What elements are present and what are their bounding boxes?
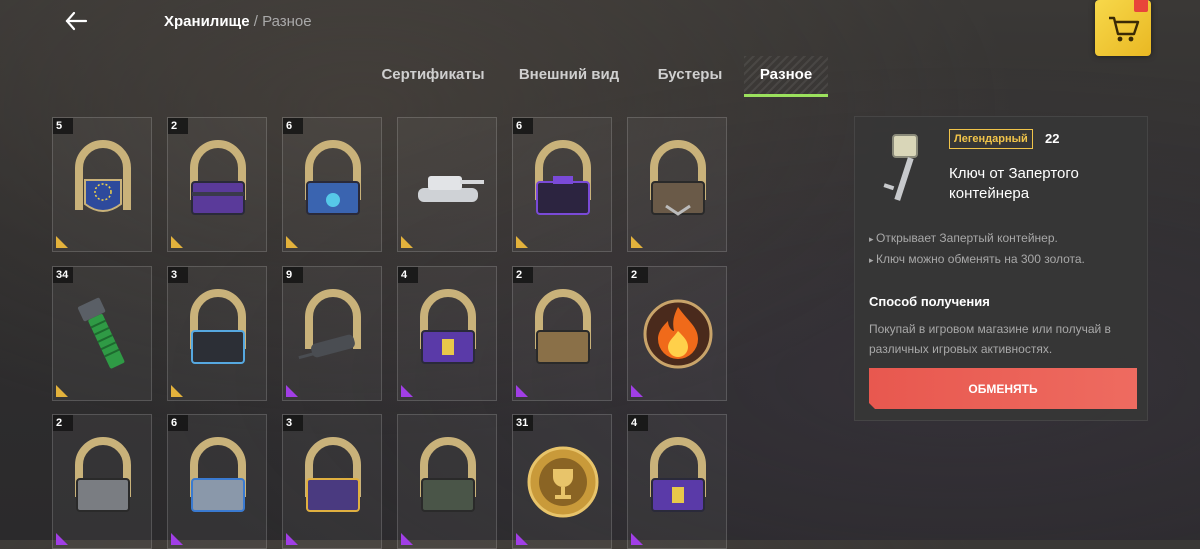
item-count: 4 <box>398 267 418 283</box>
rarity-marker <box>401 236 413 248</box>
obtain-title: Способ получения <box>869 294 990 309</box>
shop-button[interactable] <box>1095 0 1151 56</box>
rarity-marker <box>56 385 68 397</box>
description-line: Ключ можно обменять на 300 золота. <box>869 249 1085 270</box>
horseshoe-lock-container-icon <box>420 289 476 364</box>
item-card[interactable]: 2 <box>52 414 152 549</box>
rarity-marker <box>401 533 413 545</box>
item-detail-panel: Легендарный 22 Ключ от Запертого контейн… <box>854 116 1148 421</box>
item-card[interactable]: 3 <box>282 414 382 549</box>
item-count: 5 <box>53 118 73 134</box>
item-card[interactable]: 6 <box>167 414 267 549</box>
item-card[interactable] <box>397 117 497 252</box>
rarity-marker <box>631 533 643 545</box>
item-count: 2 <box>628 267 648 283</box>
rarity-marker <box>56 236 68 248</box>
item-count: 6 <box>513 118 533 134</box>
item-card[interactable]: 6 <box>512 117 612 252</box>
item-card[interactable]: 2 <box>512 266 612 401</box>
horseshoe-black-container-icon <box>190 289 246 364</box>
green-bolt-icon <box>77 297 125 369</box>
description-line: Открывает Запертый контейнер. <box>869 228 1085 249</box>
breadcrumb-separator: / <box>249 13 263 30</box>
horseshoe-brown-container-icon <box>650 140 706 216</box>
rarity-marker <box>286 236 298 248</box>
tab-certificates[interactable]: Сертификаты <box>370 56 496 94</box>
rarity-marker <box>171 385 183 397</box>
item-count: 9 <box>283 267 303 283</box>
item-card[interactable]: 5 <box>52 117 152 252</box>
key-icon <box>883 134 918 201</box>
item-card[interactable]: 2 <box>627 266 727 401</box>
horseshoe-tank-icon <box>298 289 361 360</box>
item-card[interactable]: 4 <box>397 266 497 401</box>
item-card[interactable]: 31 <box>512 414 612 549</box>
item-description: Открывает Запертый контейнер. Ключ можно… <box>869 228 1085 270</box>
rarity-marker <box>56 533 68 545</box>
rarity-marker <box>286 385 298 397</box>
item-card[interactable]: 2 <box>167 117 267 252</box>
exchange-button[interactable]: ОБМЕНЯТЬ <box>869 368 1137 409</box>
rarity-badge: Легендарный <box>949 129 1033 149</box>
horseshoe-wooden-container-icon <box>535 289 591 364</box>
breadcrumb-current: Хранилище <box>164 13 250 30</box>
horseshoe-blue-container-icon <box>305 140 361 215</box>
horseshoe-camo-container-icon <box>420 437 476 512</box>
rarity-marker <box>286 533 298 545</box>
tank-icon <box>418 176 484 202</box>
item-count: 6 <box>283 118 303 134</box>
breadcrumb-sub: Разное <box>262 13 312 30</box>
rarity-marker <box>171 533 183 545</box>
item-count: 2 <box>53 415 73 431</box>
item-card[interactable]: 9 <box>282 266 382 401</box>
item-count: 2 <box>168 118 188 134</box>
item-count: 34 <box>53 267 73 283</box>
obtain-text: Покупай в игровом магазине или получай в… <box>869 322 1111 356</box>
shop-notification-badge <box>1134 0 1148 12</box>
item-count: 2 <box>513 267 533 283</box>
rarity-marker <box>401 385 413 397</box>
item-level: 22 <box>1045 131 1060 146</box>
horseshoe-steel-container-icon <box>190 437 246 512</box>
item-card[interactable]: 34 <box>52 266 152 401</box>
rarity-marker <box>516 385 528 397</box>
horseshoe-dark-purple-container-icon <box>535 140 591 215</box>
item-count: 3 <box>168 267 188 283</box>
rarity-marker <box>171 236 183 248</box>
horseshoe-purple-container-icon <box>190 140 246 215</box>
item-card[interactable] <box>397 414 497 549</box>
rarity-marker <box>516 236 528 248</box>
tab-misc[interactable]: Разное <box>744 56 828 97</box>
horseshoe-violet-container-icon <box>305 437 361 512</box>
horseshoe-grey-container-icon <box>75 437 131 512</box>
arrow-left-icon <box>65 11 88 31</box>
item-count: 31 <box>513 415 533 431</box>
rarity-marker <box>631 385 643 397</box>
breadcrumb: Хранилище / Разное <box>164 13 312 30</box>
horseshoe-lock-container-icon <box>650 437 706 512</box>
item-count: 6 <box>168 415 188 431</box>
tab-appearance[interactable]: Внешний вид <box>511 56 627 94</box>
back-button[interactable] <box>60 8 92 34</box>
rarity-marker <box>631 236 643 248</box>
horseshoe-eu-badge-icon <box>75 140 131 212</box>
item-card[interactable]: 4 <box>627 414 727 549</box>
item-card[interactable]: 3 <box>167 266 267 401</box>
fire-badge-icon <box>643 299 713 369</box>
rarity-marker <box>516 533 528 545</box>
item-card[interactable] <box>627 117 727 252</box>
item-count: 3 <box>283 415 303 431</box>
item-count: 4 <box>628 415 648 431</box>
item-card[interactable]: 6 <box>282 117 382 252</box>
gold-trophy-coin-icon <box>527 446 599 518</box>
tab-boosters[interactable]: Бустеры <box>649 56 731 94</box>
item-title: Ключ от Запертого контейнера <box>949 165 1079 202</box>
